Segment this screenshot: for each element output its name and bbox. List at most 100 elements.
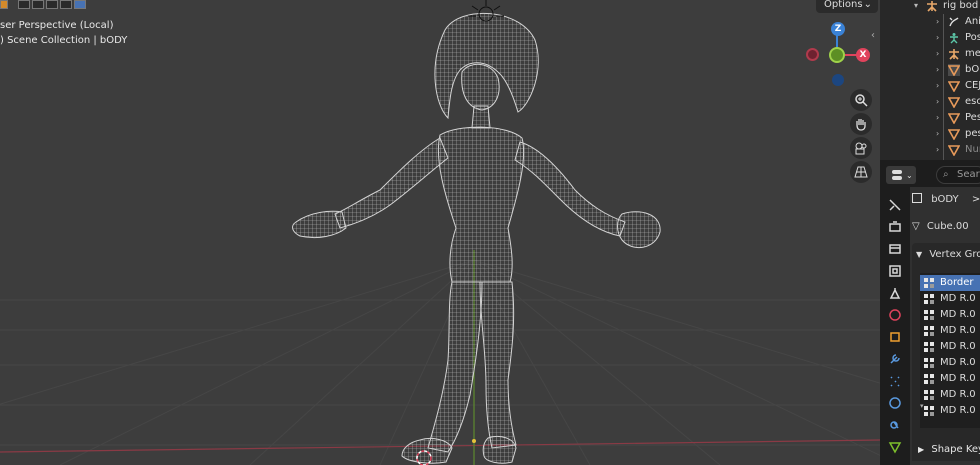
vertex-group-icon bbox=[924, 390, 935, 400]
vertex-group-item[interactable]: MD R.0 bbox=[920, 339, 980, 355]
gizmo-neg-x-axis[interactable] bbox=[806, 48, 819, 61]
vertex-group-item[interactable]: MD R.0 bbox=[920, 355, 980, 371]
outliner-item-label: CEJ bbox=[965, 80, 980, 91]
outliner-item[interactable]: › met bbox=[880, 46, 980, 62]
search-input[interactable]: ⌕ Sear bbox=[936, 166, 980, 184]
gizmo-x-axis[interactable]: X bbox=[856, 48, 870, 62]
vertex-triangle-icon: ▽ bbox=[912, 221, 920, 232]
vertex-group-item[interactable]: MD R.0 bbox=[920, 387, 980, 403]
vertex-group-label: MD R.0 bbox=[940, 309, 976, 320]
vertex-group-icon bbox=[924, 358, 935, 368]
mode-button[interactable] bbox=[0, 0, 8, 9]
vertex-group-item[interactable]: MD R.0 bbox=[920, 291, 980, 307]
vertex-group-label: MD R.0 bbox=[940, 373, 976, 384]
outliner-item[interactable]: › CEJ bbox=[880, 78, 980, 94]
vertex-group-label: MD R.0 bbox=[940, 341, 976, 352]
outliner-item[interactable]: › Pes bbox=[880, 110, 980, 126]
svg-text:⌄: ⌄ bbox=[906, 171, 913, 180]
mode-button[interactable] bbox=[46, 0, 58, 9]
outliner-item[interactable]: › Pos bbox=[880, 30, 980, 46]
render-icon[interactable] bbox=[888, 220, 902, 234]
vertex-group-label: Border bbox=[940, 277, 974, 288]
vertex-group-label: MD R.0 bbox=[940, 405, 976, 416]
chevron-right-icon[interactable]: › bbox=[936, 126, 939, 142]
vertex-group-item[interactable]: MD R.0 bbox=[920, 371, 980, 387]
object-icon[interactable] bbox=[888, 330, 902, 344]
vertex-group-item[interactable]: MD R.0 bbox=[920, 307, 980, 323]
chevron-right-icon[interactable]: › bbox=[936, 46, 939, 62]
vertex-group-label: MD R.0 bbox=[940, 357, 976, 368]
mesh-icon bbox=[947, 144, 961, 157]
modifier-icon[interactable] bbox=[888, 352, 902, 366]
vertex-group-item[interactable]: MD R.0 bbox=[920, 403, 980, 419]
view-layer-icon[interactable] bbox=[888, 264, 902, 278]
3d-viewport[interactable]: ser Perspective (Local) ) Scene Collecti… bbox=[0, 0, 880, 465]
outliner-item[interactable]: ▾ rig bod bbox=[880, 0, 980, 14]
mode-button[interactable] bbox=[74, 0, 86, 9]
scene-collection-label: ) Scene Collection | bODY bbox=[0, 35, 128, 46]
physics-icon[interactable] bbox=[888, 396, 902, 410]
scene-icon[interactable] bbox=[888, 286, 902, 300]
select-mode-buttons[interactable] bbox=[0, 0, 86, 10]
grid-perspective-icon[interactable] bbox=[850, 161, 872, 183]
chevron-right-icon[interactable]: › bbox=[936, 94, 939, 110]
chevron-down-icon[interactable]: ▾ bbox=[914, 0, 918, 14]
outliner-item[interactable]: › pes bbox=[880, 126, 980, 142]
output-icon[interactable] bbox=[888, 242, 902, 256]
gizmo-y-axis[interactable] bbox=[829, 47, 845, 63]
shape-keys-header[interactable]: ▶ Shape Keys bbox=[912, 439, 980, 461]
vertex-group-icon bbox=[924, 326, 935, 336]
constraints-icon[interactable] bbox=[888, 418, 902, 432]
action-icon bbox=[948, 16, 960, 28]
chevron-right-icon[interactable]: › bbox=[936, 142, 939, 158]
outliner-item[interactable]: › esc bbox=[880, 94, 980, 110]
zoom-icon[interactable] bbox=[850, 89, 872, 111]
vertex-groups-header[interactable]: ▼ Vertex Grou bbox=[916, 249, 980, 260]
world-icon[interactable] bbox=[888, 308, 902, 322]
chevron-right-icon[interactable]: › bbox=[936, 30, 939, 46]
viewport-grid bbox=[0, 0, 880, 465]
chevron-right-icon[interactable]: › bbox=[936, 14, 939, 30]
outliner-item-label: Ani bbox=[965, 16, 980, 27]
tool-icon[interactable] bbox=[888, 198, 902, 212]
outliner-item[interactable]: › Ani bbox=[880, 14, 980, 30]
data-icon[interactable] bbox=[888, 440, 902, 454]
mesh-icon bbox=[947, 80, 961, 93]
chevron-right-icon[interactable]: › bbox=[936, 110, 939, 126]
options-label: Options bbox=[824, 0, 863, 10]
pose-icon bbox=[948, 32, 960, 44]
chevron-right-icon[interactable]: › bbox=[936, 62, 939, 78]
outliner-item-label: Pes bbox=[965, 112, 980, 123]
search-placeholder: Sear bbox=[957, 169, 980, 180]
mode-button[interactable] bbox=[32, 0, 44, 9]
list-resize-handle[interactable]: ▾ bbox=[920, 402, 924, 410]
mesh-icon bbox=[947, 64, 961, 77]
outliner-item-label: Pos bbox=[965, 32, 980, 43]
outliner-item[interactable]: › bOD bbox=[880, 62, 980, 78]
camera-icon[interactable] bbox=[850, 137, 872, 159]
vertex-group-item[interactable]: Border bbox=[920, 275, 980, 291]
mesh-datablock-field[interactable]: ▽ Cube.00 bbox=[912, 221, 969, 232]
gizmo-neg-z-axis[interactable] bbox=[832, 74, 844, 86]
particles-icon[interactable] bbox=[888, 374, 902, 388]
options-dropdown[interactable]: Options ⌄ bbox=[816, 0, 878, 13]
gizmo-z-axis[interactable]: Z bbox=[831, 22, 845, 36]
mesh-name: Cube.00 bbox=[926, 221, 969, 232]
outliner[interactable]: ▾ rig bod › Ani › Pos › met › bOD › CEJ › esc › Pes › pes… bbox=[880, 0, 980, 160]
editor-type-button[interactable]: ⌄ bbox=[886, 166, 916, 184]
hand-pan-icon[interactable] bbox=[850, 113, 872, 135]
vertex-groups-list[interactable]: Border MD R.0 MD R.0 MD R.0 MD R.0 MD R.0 MD R… bbox=[920, 273, 980, 428]
vertex-group-item[interactable]: MD R.0 bbox=[920, 323, 980, 339]
mode-button[interactable] bbox=[18, 0, 30, 9]
mesh-icon bbox=[947, 96, 961, 109]
view-perspective-label: ser Perspective (Local) bbox=[0, 20, 114, 31]
vertex-group-icon bbox=[924, 310, 935, 320]
mode-button[interactable] bbox=[60, 0, 72, 9]
collapse-sidebar-arrow[interactable]: ‹ bbox=[871, 30, 880, 48]
chevron-right-icon[interactable]: › bbox=[936, 78, 939, 94]
outliner-item-label: esc bbox=[965, 96, 980, 107]
vertex-group-icon bbox=[924, 406, 935, 416]
outliner-item[interactable]: › Nur bbox=[880, 142, 980, 158]
properties-header: ⌄ ⌕ Sear bbox=[880, 163, 980, 187]
vertex-groups-label: Vertex Grou bbox=[929, 249, 980, 260]
